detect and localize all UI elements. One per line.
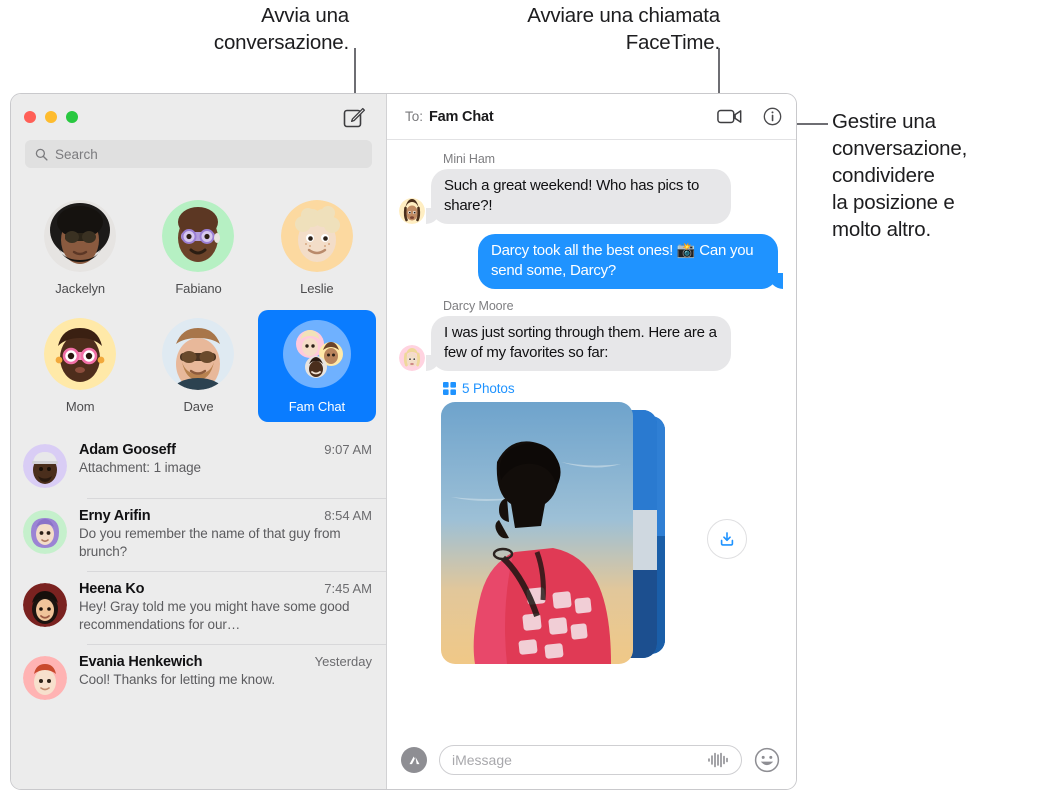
conversation-time: 9:07 AM bbox=[324, 442, 372, 457]
message-sender: Mini Ham bbox=[443, 152, 495, 166]
recipient-name[interactable]: Fam Chat bbox=[429, 109, 494, 125]
download-icon[interactable] bbox=[707, 519, 747, 559]
conversation-row-adam-gooseff[interactable]: Adam Gooseff 9:07 AM Attachment: 1 image bbox=[11, 432, 386, 498]
conversation-row-erny-arifin[interactable]: Erny Arifin 8:54 AM Do you remember the … bbox=[11, 498, 386, 571]
avatar-evania-henkewich bbox=[23, 656, 67, 700]
search-box[interactable] bbox=[25, 140, 372, 168]
message-column: Darcy took all the best ones! 📸 Can you … bbox=[478, 234, 783, 289]
conversation-row-heena-ko[interactable]: Heena Ko 7:45 AM Hey! Gray told me you m… bbox=[11, 571, 386, 644]
conversation-preview: Hey! Gray told me you might have some go… bbox=[79, 599, 350, 632]
header-actions bbox=[717, 107, 782, 126]
bubble-wrapper: I was just sorting through them. Here ar… bbox=[426, 316, 731, 371]
attachment-header[interactable]: 5 Photos bbox=[443, 381, 778, 396]
message-composer bbox=[387, 731, 796, 789]
message-row-outgoing: Darcy took all the best ones! 📸 Can you … bbox=[399, 234, 783, 289]
message-column: Mini Ham Such a great weekend! Who has p… bbox=[426, 152, 731, 224]
message-bubble-incoming[interactable]: I was just sorting through them. Here ar… bbox=[426, 316, 731, 371]
avatar-jackelyn bbox=[44, 200, 117, 272]
imessage-input-field[interactable] bbox=[439, 745, 742, 775]
avatar-erny-arifin bbox=[23, 510, 67, 554]
maximize-button[interactable] bbox=[66, 111, 78, 123]
pinned-conversations-grid: Jackelyn Fabiano Leslie Mom Dave Fam Cha… bbox=[11, 180, 386, 432]
avatar-leslie bbox=[280, 200, 353, 272]
pinned-item-leslie[interactable]: Leslie bbox=[258, 192, 376, 304]
pinned-label: Mom bbox=[65, 399, 95, 414]
compose-icon[interactable] bbox=[342, 106, 366, 130]
window-titlebar bbox=[11, 94, 386, 140]
conversation-name: Heena Ko bbox=[79, 581, 145, 597]
conversation-header: Adam Gooseff 9:07 AM bbox=[79, 442, 372, 458]
conversation-name: Evania Henkewich bbox=[79, 654, 203, 670]
video-camera-icon[interactable] bbox=[717, 108, 743, 125]
pinned-label: Fabiano bbox=[175, 281, 222, 296]
photo-stack bbox=[441, 402, 747, 664]
message-column: Darcy Moore I was just sorting through t… bbox=[426, 299, 731, 371]
avatar-fabiano bbox=[162, 200, 235, 272]
conversation-body: Evania Henkewich Yesterday Cool! Thanks … bbox=[79, 654, 372, 700]
conversation-time: 7:45 AM bbox=[324, 581, 372, 596]
pinned-item-dave[interactable]: Dave bbox=[139, 310, 257, 422]
avatar-dave bbox=[162, 318, 235, 390]
message-bubble-incoming[interactable]: Such a great weekend! Who has pics to sh… bbox=[426, 169, 731, 224]
attachment-count-label: 5 Photos bbox=[462, 381, 515, 396]
search-input[interactable] bbox=[55, 146, 372, 162]
pinned-item-mom[interactable]: Mom bbox=[21, 310, 139, 422]
bubble-wrapper: Darcy took all the best ones! 📸 Can you … bbox=[478, 234, 783, 289]
conversation-row-evania-henkewich[interactable]: Evania Henkewich Yesterday Cool! Thanks … bbox=[11, 644, 386, 710]
pinned-label: Dave bbox=[183, 399, 214, 414]
message-row-incoming: Darcy Moore I was just sorting through t… bbox=[399, 299, 778, 371]
callout-start-conversation: Avvia una conversazione. bbox=[213, 4, 349, 54]
pinned-label: Leslie bbox=[300, 281, 334, 296]
smiley-icon[interactable] bbox=[754, 747, 780, 773]
avatar-fam-chat-group bbox=[281, 318, 353, 390]
search-container bbox=[11, 140, 386, 180]
avatar-mom bbox=[44, 318, 117, 390]
message-bubble-outgoing[interactable]: Darcy took all the best ones! 📸 Can you … bbox=[478, 234, 783, 289]
conversation-time: 8:54 AM bbox=[324, 508, 372, 523]
imessage-input[interactable] bbox=[452, 752, 707, 768]
avatar-darcy-moore bbox=[399, 345, 425, 371]
app-store-icon[interactable] bbox=[401, 747, 427, 773]
conversation-name: Adam Gooseff bbox=[79, 442, 176, 458]
conversation-body: Heena Ko 7:45 AM Hey! Gray told me you m… bbox=[79, 581, 372, 634]
search-icon bbox=[35, 148, 48, 161]
pinned-item-fam-chat[interactable]: Fam Chat bbox=[257, 310, 376, 422]
callout-manage-conversation: Gestire una conversazione, condividere l… bbox=[832, 110, 968, 241]
avatar-adam-gooseff bbox=[23, 444, 67, 488]
info-circle-icon[interactable] bbox=[763, 107, 782, 126]
audio-waveform-icon[interactable] bbox=[707, 752, 729, 768]
message-sender: Darcy Moore bbox=[443, 299, 514, 313]
conversation-preview: Attachment: 1 image bbox=[79, 460, 201, 475]
chat-pane: To: Fam Chat Mini Ham Such a great weeke… bbox=[387, 94, 796, 789]
conversation-body: Adam Gooseff 9:07 AM Attachment: 1 image bbox=[79, 442, 372, 488]
grid-icon bbox=[443, 382, 456, 395]
conversation-preview: Cool! Thanks for letting me know. bbox=[79, 672, 276, 687]
pinned-label: Fam Chat bbox=[288, 399, 345, 414]
chat-header: To: Fam Chat bbox=[387, 94, 796, 140]
message-row-incoming: Mini Ham Such a great weekend! Who has p… bbox=[399, 152, 778, 224]
photo-thumbnail-front[interactable] bbox=[441, 402, 633, 664]
minimize-button[interactable] bbox=[45, 111, 57, 123]
sidebar: Jackelyn bbox=[11, 94, 387, 789]
bubble-wrapper: Such a great weekend! Who has pics to sh… bbox=[426, 169, 731, 224]
attachment-block: 5 Photos bbox=[431, 381, 778, 664]
conversation-body: Erny Arifin 8:54 AM Do you remember the … bbox=[79, 508, 372, 561]
pinned-item-fabiano[interactable]: Fabiano bbox=[139, 192, 257, 304]
pinned-label: Jackelyn bbox=[55, 281, 106, 296]
conversation-name: Erny Arifin bbox=[79, 508, 151, 524]
conversation-header: Heena Ko 7:45 AM bbox=[79, 581, 372, 597]
avatar-mini-ham bbox=[399, 198, 425, 224]
avatar-heena-ko bbox=[23, 583, 67, 627]
callout-start-facetime: Avviare una chiamata FaceTime. bbox=[527, 4, 720, 54]
conversation-header: Evania Henkewich Yesterday bbox=[79, 654, 372, 670]
close-button[interactable] bbox=[24, 111, 36, 123]
to-label: To: bbox=[405, 109, 424, 124]
pinned-item-jackelyn[interactable]: Jackelyn bbox=[21, 192, 139, 304]
messages-window: Jackelyn bbox=[10, 93, 797, 790]
conversation-header: Erny Arifin 8:54 AM bbox=[79, 508, 372, 524]
conversation-list: Adam Gooseff 9:07 AM Attachment: 1 image bbox=[11, 432, 386, 789]
conversation-preview: Do you remember the name of that guy fro… bbox=[79, 526, 341, 559]
conversation-time: Yesterday bbox=[314, 654, 372, 669]
message-list: Mini Ham Such a great weekend! Who has p… bbox=[387, 140, 796, 731]
